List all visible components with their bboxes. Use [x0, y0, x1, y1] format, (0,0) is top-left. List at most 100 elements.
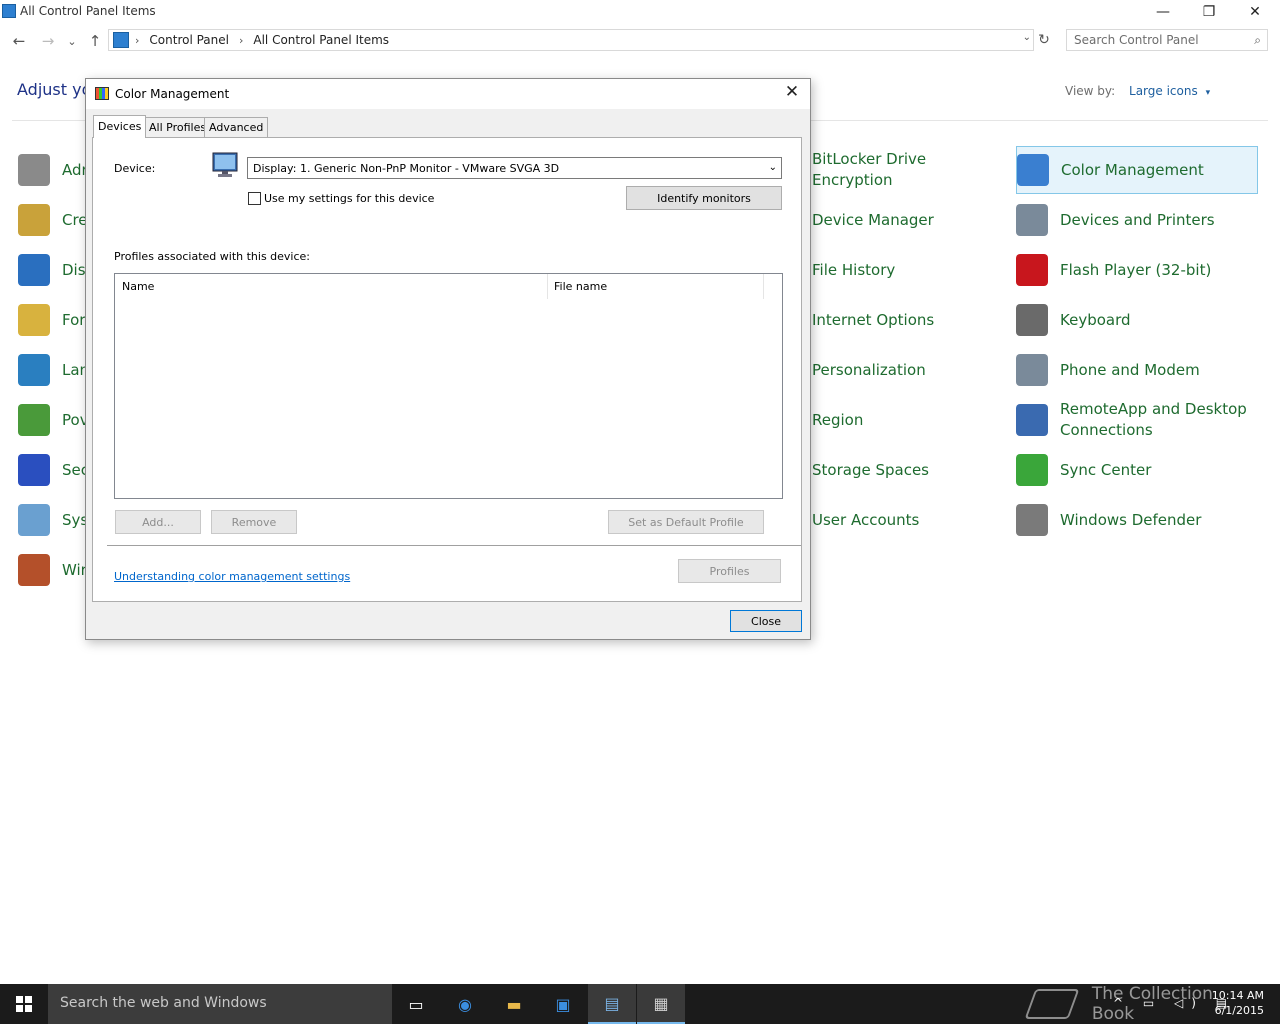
windows-firewall-icon: [18, 554, 50, 586]
cp-item-label: Personalization: [812, 360, 926, 379]
edge-icon: ◉: [458, 994, 472, 1014]
color-management-icon: [95, 87, 109, 100]
flash-player-icon: [1016, 254, 1048, 286]
store-icon: ▣: [555, 994, 571, 1014]
close-window-button[interactable]: ✕: [1232, 0, 1278, 24]
identify-monitors-button[interactable]: Identify monitors: [626, 186, 782, 210]
understanding-color-link[interactable]: Understanding color management settings: [114, 570, 350, 583]
back-button[interactable]: ←: [9, 30, 29, 52]
device-select[interactable]: Display: 1. Generic Non-PnP Monitor - VM…: [247, 157, 782, 179]
taskbar-search-input[interactable]: Search the web and Windows: [48, 984, 392, 1024]
taskbar-color-management-button[interactable]: ▦: [637, 984, 685, 1024]
cp-item-label: Phone and Modem: [1060, 360, 1200, 379]
taskbar-file-explorer-button[interactable]: ▬: [490, 984, 538, 1024]
cp-item-label: Devices and Printers: [1060, 210, 1215, 229]
cp-item-color-management[interactable]: Color Management: [1016, 146, 1258, 194]
use-my-settings-checkbox[interactable]: [248, 192, 261, 205]
cp-item-label: Device Manager: [812, 210, 934, 229]
watermark: The Collection Book: [1024, 984, 1260, 1024]
profiles-list-label: Profiles associated with this device:: [114, 250, 311, 263]
cp-item-label: File History: [812, 260, 896, 279]
use-my-settings-label[interactable]: Use my settings for this device: [264, 192, 434, 205]
cp-item-device-manager[interactable]: Device Manager: [812, 196, 1007, 244]
system-icon: [18, 504, 50, 536]
search-input[interactable]: Search Control Panel ⌕: [1066, 29, 1268, 51]
dialog-close-button[interactable]: Close: [730, 610, 802, 632]
chevron-down-icon[interactable]: ▾: [1206, 88, 1211, 98]
device-label: Device:: [114, 162, 156, 175]
devices-printers-icon: [1016, 204, 1048, 236]
taskbar-control-panel-button[interactable]: ▤: [588, 984, 636, 1024]
tab-all-profiles[interactable]: All Profiles: [144, 117, 212, 138]
tab-advanced[interactable]: Advanced: [204, 117, 269, 138]
file-explorer-icon: ▬: [506, 994, 522, 1014]
remoteapp-icon: [1016, 404, 1048, 436]
device-select-value: Display: 1. Generic Non-PnP Monitor - VM…: [253, 162, 560, 175]
cp-item-bitlocker-drive-encryption[interactable]: BitLocker Drive Encryption: [812, 146, 1007, 194]
forward-button[interactable]: →: [38, 30, 58, 52]
cp-item-label: Windows Defender: [1060, 510, 1202, 529]
cp-item-windows-defender[interactable]: Windows Defender: [1016, 496, 1258, 544]
breadcrumb-control-panel[interactable]: Control Panel: [149, 33, 229, 47]
cp-item-devices-and-printers[interactable]: Devices and Printers: [1016, 196, 1258, 244]
cp-item-label: Color Management: [1061, 160, 1204, 179]
cp-item-label: Sync Center: [1060, 460, 1152, 479]
cp-item-remoteapp-and-desktop-connections[interactable]: RemoteApp and Desktop Connections: [1016, 396, 1258, 444]
credential-manager-icon: [18, 204, 50, 236]
cp-item-label: User Accounts: [812, 510, 920, 529]
start-button[interactable]: [0, 984, 48, 1024]
cp-item-label: Cre: [62, 210, 88, 229]
page-heading: Adjust yo: [17, 80, 92, 99]
column-header-file-name[interactable]: File name: [547, 274, 764, 299]
view-by: View by: Large icons ▾: [1065, 84, 1210, 98]
cp-item-file-history[interactable]: File History: [812, 246, 1007, 294]
minimize-button[interactable]: —: [1140, 0, 1186, 24]
cp-item-label: Adr: [62, 160, 88, 179]
windows-logo-icon: [16, 996, 32, 1012]
address-bar[interactable]: › Control Panel › All Control Panel Item…: [108, 29, 1034, 51]
cp-item-keyboard[interactable]: Keyboard: [1016, 296, 1258, 344]
refresh-button[interactable]: ↻: [1035, 30, 1053, 50]
cp-item-label: Wir: [62, 560, 87, 579]
control-panel-icon: [2, 4, 16, 18]
cp-item-internet-options[interactable]: Internet Options: [812, 296, 1007, 344]
watermark-text: The Collection Book: [1091, 984, 1213, 1024]
profiles-list[interactable]: Name File name: [114, 273, 783, 499]
language-icon: [18, 354, 50, 386]
restore-button[interactable]: ❐: [1186, 0, 1232, 24]
column-header-name[interactable]: Name: [115, 274, 548, 299]
cp-item-storage-spaces[interactable]: Storage Spaces: [812, 446, 1007, 494]
cp-item-region[interactable]: Region: [812, 396, 1007, 444]
cp-item-phone-and-modem[interactable]: Phone and Modem: [1016, 346, 1258, 394]
taskbar-store-button[interactable]: ▣: [539, 984, 587, 1024]
cp-item-label: Internet Options: [812, 310, 935, 329]
profiles-button[interactable]: Profiles: [678, 559, 781, 583]
taskbar-edge-button[interactable]: ◉: [441, 984, 489, 1024]
tab-devices[interactable]: Devices: [93, 115, 147, 138]
set-default-profile-button[interactable]: Set as Default Profile: [608, 510, 764, 534]
phone-modem-icon: [1016, 354, 1048, 386]
add-profile-button[interactable]: Add...: [115, 510, 201, 534]
recent-locations-button[interactable]: ⌄: [62, 30, 82, 52]
view-by-dropdown[interactable]: Large icons: [1129, 84, 1198, 98]
cp-item-personalization[interactable]: Personalization: [812, 346, 1007, 394]
breadcrumb-separator[interactable]: ›: [135, 34, 139, 47]
breadcrumb-separator[interactable]: ›: [239, 34, 243, 47]
keyboard-icon: [1016, 304, 1048, 336]
taskbar-task-view-button[interactable]: ▭: [392, 984, 440, 1024]
chevron-down-icon[interactable]: ⌄: [769, 162, 777, 173]
fonts-icon: [18, 304, 50, 336]
cp-item-label: Flash Player (32-bit): [1060, 260, 1212, 279]
search-icon[interactable]: ⌕: [1254, 33, 1261, 48]
cp-item-label: Storage Spaces: [812, 460, 929, 479]
dialog-close-icon[interactable]: ✕: [780, 81, 804, 103]
task-view-icon: ▭: [408, 994, 424, 1014]
address-dropdown-icon[interactable]: ⌄: [1023, 32, 1031, 43]
color-management-icon: ▦: [653, 993, 669, 1013]
cp-item-user-accounts[interactable]: User Accounts: [812, 496, 1007, 544]
cp-item-flash-player-32-bit[interactable]: Flash Player (32-bit): [1016, 246, 1258, 294]
up-button[interactable]: ↑: [85, 30, 105, 52]
cp-item-sync-center[interactable]: Sync Center: [1016, 446, 1258, 494]
remove-profile-button[interactable]: Remove: [211, 510, 297, 534]
breadcrumb-all-items[interactable]: All Control Panel Items: [253, 33, 389, 47]
